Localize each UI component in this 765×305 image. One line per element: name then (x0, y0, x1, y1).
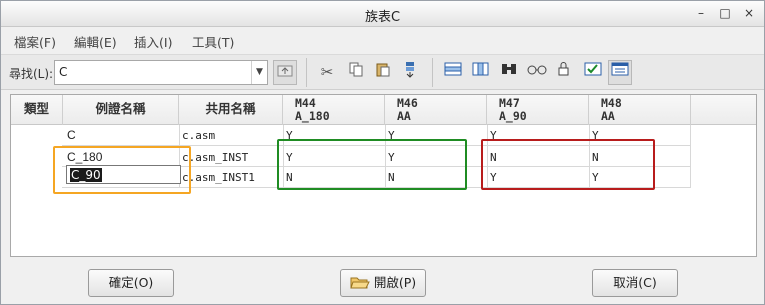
common-name-cell[interactable]: c.asm_INST1 (179, 171, 283, 192)
title-bar: 族表C – □ × (1, 1, 764, 27)
toolbar: 尋找(L): C ▼ ✂ (1, 54, 764, 90)
insert-column-icon[interactable] (469, 60, 493, 85)
ok-button[interactable]: 確定(O) (88, 269, 174, 297)
highlight-m44-m46 (277, 139, 467, 190)
header-instance-name[interactable]: 例證名稱 (63, 95, 179, 125)
family-table-window: 族表C – □ × 檔案(F) 編輯(E) 插入(I) 工具(T) 尋找(L):… (0, 0, 765, 305)
menu-edit[interactable]: 編輯(E) (74, 32, 117, 51)
up-folder-icon[interactable] (273, 60, 297, 85)
cut-icon[interactable]: ✂ (315, 60, 339, 85)
instance-name-cell[interactable]: C (63, 128, 179, 146)
header-type[interactable]: 類型 (11, 95, 63, 125)
header-common-name[interactable]: 共用名稱 (179, 95, 283, 125)
close-button[interactable]: × (742, 5, 756, 21)
header-m46[interactable]: M46 AA (385, 95, 487, 125)
lock-icon[interactable] (553, 60, 577, 85)
dialog-buttons: 確定(O) 開啟(P) 取消(C) (1, 259, 764, 304)
preview-table-icon[interactable] (608, 60, 632, 85)
maximize-button[interactable]: □ (718, 5, 732, 21)
chevron-down-icon[interactable]: ▼ (251, 61, 267, 84)
cancel-button[interactable]: 取消(C) (592, 269, 678, 297)
table-header: 類型 例證名稱 共用名稱 M44 A_180 M46 AA M47 A_90 M48 A… (11, 95, 756, 125)
highlight-instance-names (53, 146, 191, 194)
family-table-grid: 類型 例證名稱 共用名稱 M44 A_180 M46 AA M47 A_90 M48 A… (10, 94, 757, 257)
insert-row-icon[interactable] (441, 60, 465, 85)
search-value: C (59, 65, 68, 79)
check-table-icon[interactable] (581, 60, 605, 85)
open-folder-icon (350, 273, 370, 289)
menu-file[interactable]: 檔案(F) (14, 32, 56, 51)
header-m48[interactable]: M48 AA (589, 95, 691, 125)
header-m47[interactable]: M47 A_90 (487, 95, 589, 125)
menu-tools[interactable]: 工具(T) (192, 32, 234, 51)
copy-icon[interactable] (344, 60, 368, 85)
search-label: 尋找(L): (9, 67, 54, 81)
highlight-m47-m48 (481, 139, 655, 190)
fill-down-icon[interactable] (399, 60, 423, 85)
header-m44[interactable]: M44 A_180 (283, 95, 385, 125)
verify-icon[interactable] (525, 60, 549, 85)
search-input[interactable]: C ▼ (54, 60, 268, 85)
paste-icon[interactable] (371, 60, 395, 85)
menu-bar: 檔案(F) 編輯(E) 插入(I) 工具(T) (1, 28, 764, 52)
menu-insert[interactable]: 插入(I) (134, 32, 172, 51)
open-button[interactable]: 開啟(P) (340, 269, 426, 297)
minimize-button[interactable]: – (694, 5, 708, 21)
window-title: 族表C (364, 10, 401, 25)
find-icon[interactable] (497, 60, 521, 85)
